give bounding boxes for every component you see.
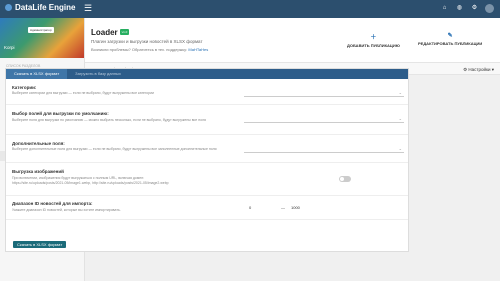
- range-dash: —: [281, 205, 285, 210]
- fields-desc: Выберите поля для выгрузки по умолчанию …: [12, 118, 206, 122]
- home-icon[interactable]: ⌂: [440, 4, 449, 13]
- profile-banner: Администратор Korpi: [0, 18, 84, 58]
- avatar[interactable]: [485, 4, 494, 13]
- page-subtitle: Плагин загрузки и выгрузки новостей в XL…: [91, 39, 203, 44]
- globe-icon[interactable]: ◍: [455, 4, 464, 13]
- extra-fields-row: Дополнительные поля: Выберите дополнител…: [6, 135, 408, 163]
- extra-fields-desc: Выберите дополнительные поля для выгрузк…: [12, 147, 217, 151]
- toggle-knob: [340, 177, 344, 181]
- tab-import-db[interactable]: Загрузить в базу данных: [67, 69, 129, 79]
- top-bar: DataLife Engine ☰ ⌂ ◍ ⚙: [0, 0, 500, 18]
- app-title: DataLife Engine: [15, 3, 76, 12]
- chevron-down-icon: ⌄: [398, 116, 402, 121]
- plus-icon: ＋: [370, 35, 377, 41]
- add-publication-button[interactable]: ＋ ДОБАВИТЬ ПУБЛИКАЦИЮ: [347, 32, 400, 48]
- extra-fields-select[interactable]: ⌄: [244, 146, 404, 153]
- profile-tag: Администратор: [28, 27, 54, 33]
- chevron-down-icon: ⌄: [398, 90, 402, 95]
- range-from-input[interactable]: 0: [249, 205, 251, 210]
- chevron-down-icon: ▾: [491, 67, 494, 72]
- help-text-label: Возникли проблемы? Обратитесь в тех. под…: [91, 47, 188, 52]
- help-text: Возникли проблемы? Обратитесь в тех. под…: [91, 47, 208, 52]
- tab-bar: Скачать в XLSX формат Загрузить в базу д…: [6, 69, 408, 79]
- page-title-text: Loader: [91, 28, 118, 37]
- categories-desc: Выберите категории для выгрузки — если н…: [12, 91, 154, 95]
- chevron-down-icon: ⌄: [398, 146, 402, 151]
- range-to-input[interactable]: 1000: [291, 205, 300, 210]
- range-row: Диапазон ID новостей для импорта: Укажит…: [6, 196, 408, 220]
- edit-icon: ✎: [447, 33, 453, 39]
- username[interactable]: Korpi: [4, 45, 15, 50]
- settings-label: Настройки: [468, 67, 491, 72]
- extra-fields-label: Дополнительные поля:: [12, 141, 65, 146]
- fields-label: Выбор полей для выгрузки по умолчанию:: [12, 111, 109, 116]
- export-panel: Скачать в XLSX формат Загрузить в базу д…: [5, 68, 409, 252]
- menu-toggle-icon[interactable]: ☰: [84, 3, 92, 13]
- app-logo[interactable]: DataLife Engine: [5, 3, 75, 12]
- categories-row: Категории: Выберите категории для выгруз…: [6, 79, 408, 105]
- range-desc: Укажите диапазон ID новостей, которые вы…: [12, 208, 121, 212]
- edit-publications-label: РЕДАКТИРОВАТЬ ПУБЛИКАЦИИ: [418, 41, 483, 46]
- edit-publications-button[interactable]: ✎ РЕДАКТИРОВАТЬ ПУБЛИКАЦИИ: [418, 32, 482, 46]
- images-toggle[interactable]: [339, 176, 351, 182]
- support-link[interactable]: MaHTaHes: [188, 47, 208, 52]
- fields-row: Выбор полей для выгрузки по умолчанию: В…: [6, 105, 408, 135]
- images-row: Выгрузка изображений При включении, изоб…: [6, 163, 408, 196]
- images-desc-line2: https://site.ru/uploads/posts/2021-05/im…: [12, 181, 169, 185]
- download-xlsx-button[interactable]: Скачать в XLSX формат: [13, 241, 67, 248]
- tab-export-xlsx[interactable]: Скачать в XLSX формат: [6, 69, 68, 79]
- images-label: Выгрузка изображений: [12, 169, 64, 174]
- settings-icon[interactable]: ⚙: [470, 4, 479, 13]
- settings-dropdown[interactable]: ⚙ Настройки ▾: [463, 67, 494, 73]
- fields-select[interactable]: ⌄: [244, 116, 404, 123]
- categories-select[interactable]: ⌄: [244, 90, 404, 97]
- categories-label: Категории:: [12, 85, 37, 90]
- gear-icon: ⚙: [463, 67, 468, 72]
- logo-icon: [5, 4, 12, 11]
- images-desc: При включении, изображения будут выгружа…: [12, 176, 242, 186]
- add-publication-label: ДОБАВИТЬ ПУБЛИКАЦИЮ: [347, 43, 400, 48]
- range-label: Диапазон ID новостей для импорта:: [12, 201, 93, 206]
- page-title: Loader v1.0: [91, 28, 130, 37]
- version-badge: v1.0: [119, 29, 130, 35]
- images-desc-line1: При включении, изображения будут выгружа…: [12, 176, 145, 180]
- page-header: Loader v1.0 Плагин загрузки и выгрузки но…: [85, 18, 500, 63]
